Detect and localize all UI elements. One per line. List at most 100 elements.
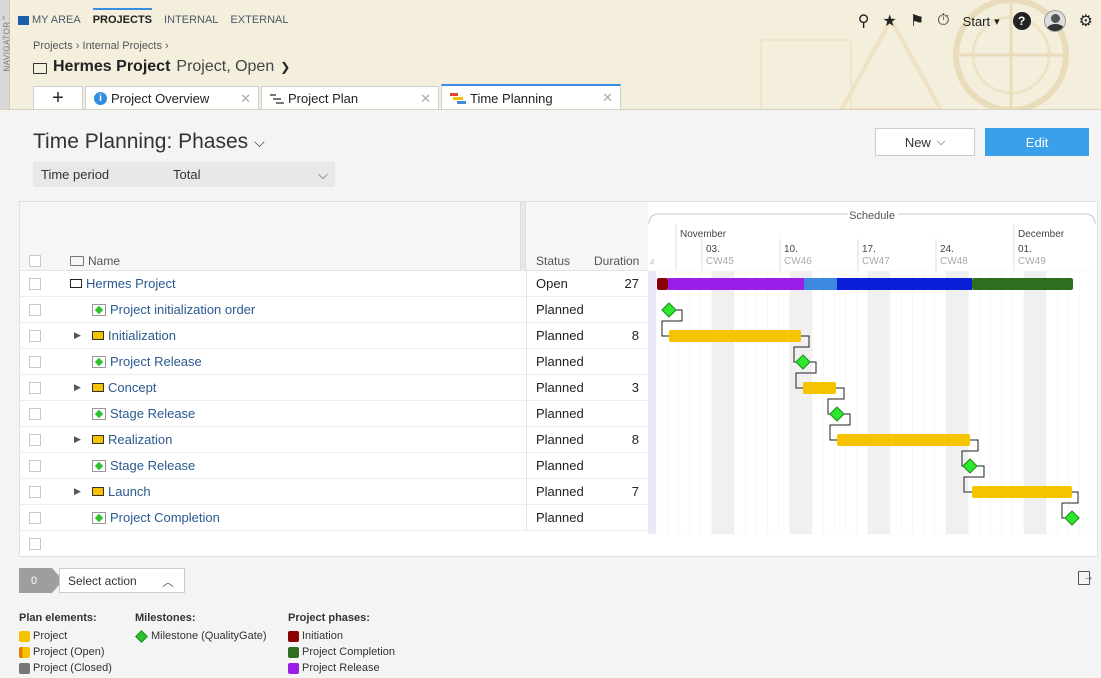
- folder-outline-icon: [70, 256, 84, 266]
- navigator-rail[interactable]: › NAVIGATOR: [0, 0, 12, 109]
- row-checkbox[interactable]: [29, 434, 41, 446]
- time-period-filter[interactable]: Time period Total ⌵: [33, 162, 335, 187]
- legend-item: Initiation: [288, 628, 395, 644]
- phase-bar[interactable]: [837, 434, 970, 446]
- search-icon[interactable]: ⚲: [858, 11, 870, 31]
- row-duration: 8: [631, 432, 639, 447]
- navigator-label: NAVIGATOR: [2, 21, 12, 72]
- row-checkbox[interactable]: [29, 356, 41, 368]
- row-name[interactable]: Hermes Project: [70, 276, 176, 291]
- nav-internal[interactable]: INTERNAL: [164, 14, 218, 26]
- expand-arrow-icon[interactable]: ▶: [74, 382, 86, 393]
- row-status: Planned: [536, 380, 584, 395]
- swatch: [19, 646, 30, 658]
- row-checkbox[interactable]: [29, 304, 41, 316]
- table-row[interactable]: ▶ Launch Planned 7: [20, 479, 648, 505]
- legend-label: Project: [33, 630, 68, 642]
- gantt-day-column: [789, 270, 802, 535]
- avatar[interactable]: [1043, 10, 1066, 32]
- row-name[interactable]: Project initialization order: [92, 302, 255, 317]
- row-name[interactable]: Stage Release: [92, 406, 195, 421]
- row-name[interactable]: Project Release: [92, 354, 202, 369]
- project-title[interactable]: Hermes Project Project, Open ❯: [33, 58, 290, 76]
- row-checkbox[interactable]: [29, 278, 41, 290]
- help-icon[interactable]: ?: [1012, 12, 1031, 30]
- row-checkbox[interactable]: [29, 330, 41, 342]
- column-header-status[interactable]: Status: [536, 254, 570, 268]
- plus-icon: +: [52, 87, 64, 109]
- row-name[interactable]: ▶ Realization: [74, 432, 172, 447]
- row-name[interactable]: ▶ Concept: [74, 380, 156, 395]
- table-row[interactable]: ▶ Realization Planned 8: [20, 427, 648, 453]
- row-checkbox[interactable]: [29, 486, 41, 498]
- table-row[interactable]: Hermes Project Open 27: [20, 271, 648, 297]
- chevron-up-icon: ︿: [161, 575, 174, 589]
- page-title[interactable]: Time Planning: Phases ⌵: [33, 130, 265, 154]
- row-checkbox[interactable]: [29, 460, 41, 472]
- select-action-dropdown[interactable]: Select action ︿: [59, 568, 185, 593]
- start-menu[interactable]: Start ▾: [963, 14, 1000, 29]
- gear-icon[interactable]: ⚙: [1079, 11, 1093, 31]
- expand-arrow-icon[interactable]: ▶: [74, 330, 86, 341]
- expand-arrow-icon[interactable]: ▶: [74, 434, 86, 445]
- project-phase-segment[interactable]: [657, 278, 668, 290]
- add-tab-button[interactable]: +: [33, 86, 83, 109]
- nav-external[interactable]: EXTERNAL: [230, 14, 288, 26]
- tab-label: Time Planning: [470, 90, 553, 106]
- bell-icon[interactable]: ⚑: [910, 11, 924, 31]
- row-name[interactable]: ▶ Initialization: [74, 328, 176, 343]
- row-duration: 7: [631, 484, 639, 499]
- tab-time-planning[interactable]: Time Planning ✕: [441, 84, 621, 109]
- timer-icon[interactable]: ⏱: [937, 12, 949, 30]
- row-checkbox[interactable]: [29, 408, 41, 420]
- row-checkbox[interactable]: [29, 512, 41, 524]
- phase-bar[interactable]: [803, 382, 836, 394]
- row-checkbox[interactable]: [29, 382, 41, 394]
- column-header-name[interactable]: Name: [70, 254, 120, 268]
- expand-arrow-icon[interactable]: ▶: [74, 486, 86, 497]
- nav-my-area[interactable]: MY AREA: [18, 14, 81, 26]
- close-icon[interactable]: ✕: [602, 90, 613, 106]
- tab-project-plan[interactable]: Project Plan ✕: [261, 86, 439, 109]
- row-name[interactable]: ▶ Launch: [74, 484, 151, 499]
- pane-splitter[interactable]: [520, 202, 526, 271]
- project-phase-segment[interactable]: [837, 278, 972, 290]
- new-button[interactable]: New ⌵: [875, 128, 975, 156]
- nav-projects[interactable]: PROJECTS: [92, 8, 153, 26]
- close-icon[interactable]: ✕: [240, 91, 251, 107]
- project-phase-segment[interactable]: [972, 278, 1073, 290]
- row-status: Planned: [536, 302, 584, 317]
- table-row[interactable]: Project Completion Planned: [20, 505, 648, 531]
- table-row[interactable]: Stage Release Planned: [20, 453, 648, 479]
- row-name-text: Project initialization order: [110, 302, 256, 317]
- table-row[interactable]: Project initialization order Planned: [20, 297, 648, 323]
- star-icon[interactable]: ★: [882, 11, 896, 31]
- legend-item: Project (Closed): [19, 660, 112, 676]
- project-name: Hermes Project: [53, 58, 171, 75]
- select-all-checkbox[interactable]: [29, 255, 41, 267]
- breadcrumb[interactable]: Projects › Internal Projects ›: [33, 40, 169, 52]
- edit-button[interactable]: Edit: [985, 128, 1089, 156]
- phase-bar[interactable]: [669, 330, 801, 342]
- table-row[interactable]: Project Release Planned: [20, 349, 648, 375]
- row-checkbox[interactable]: [29, 538, 41, 550]
- tab-project-overview[interactable]: i Project Overview ✕: [85, 86, 259, 109]
- table-row[interactable]: ▶ Concept Planned 3: [20, 375, 648, 401]
- folder-icon: [70, 279, 82, 288]
- chevron-down-icon: ▾: [994, 15, 1000, 28]
- export-icon[interactable]: [1078, 571, 1094, 585]
- project-phase-segment[interactable]: [668, 278, 804, 290]
- gantt-day-column: [711, 270, 724, 535]
- row-status: Open: [536, 276, 568, 291]
- column-header-duration[interactable]: Duration: [594, 254, 639, 268]
- legend-label: Project Completion: [302, 646, 395, 658]
- phase-bar[interactable]: [972, 486, 1072, 498]
- row-name[interactable]: Stage Release: [92, 458, 195, 473]
- close-icon[interactable]: ✕: [420, 91, 431, 107]
- row-name[interactable]: Project Completion: [92, 510, 220, 525]
- table-row[interactable]: Stage Release Planned: [20, 401, 648, 427]
- tab-label: Project Overview: [111, 91, 210, 106]
- row-status: Planned: [536, 432, 584, 447]
- table-row[interactable]: ▶ Initialization Planned 8: [20, 323, 648, 349]
- project-phase-segment[interactable]: [804, 278, 837, 290]
